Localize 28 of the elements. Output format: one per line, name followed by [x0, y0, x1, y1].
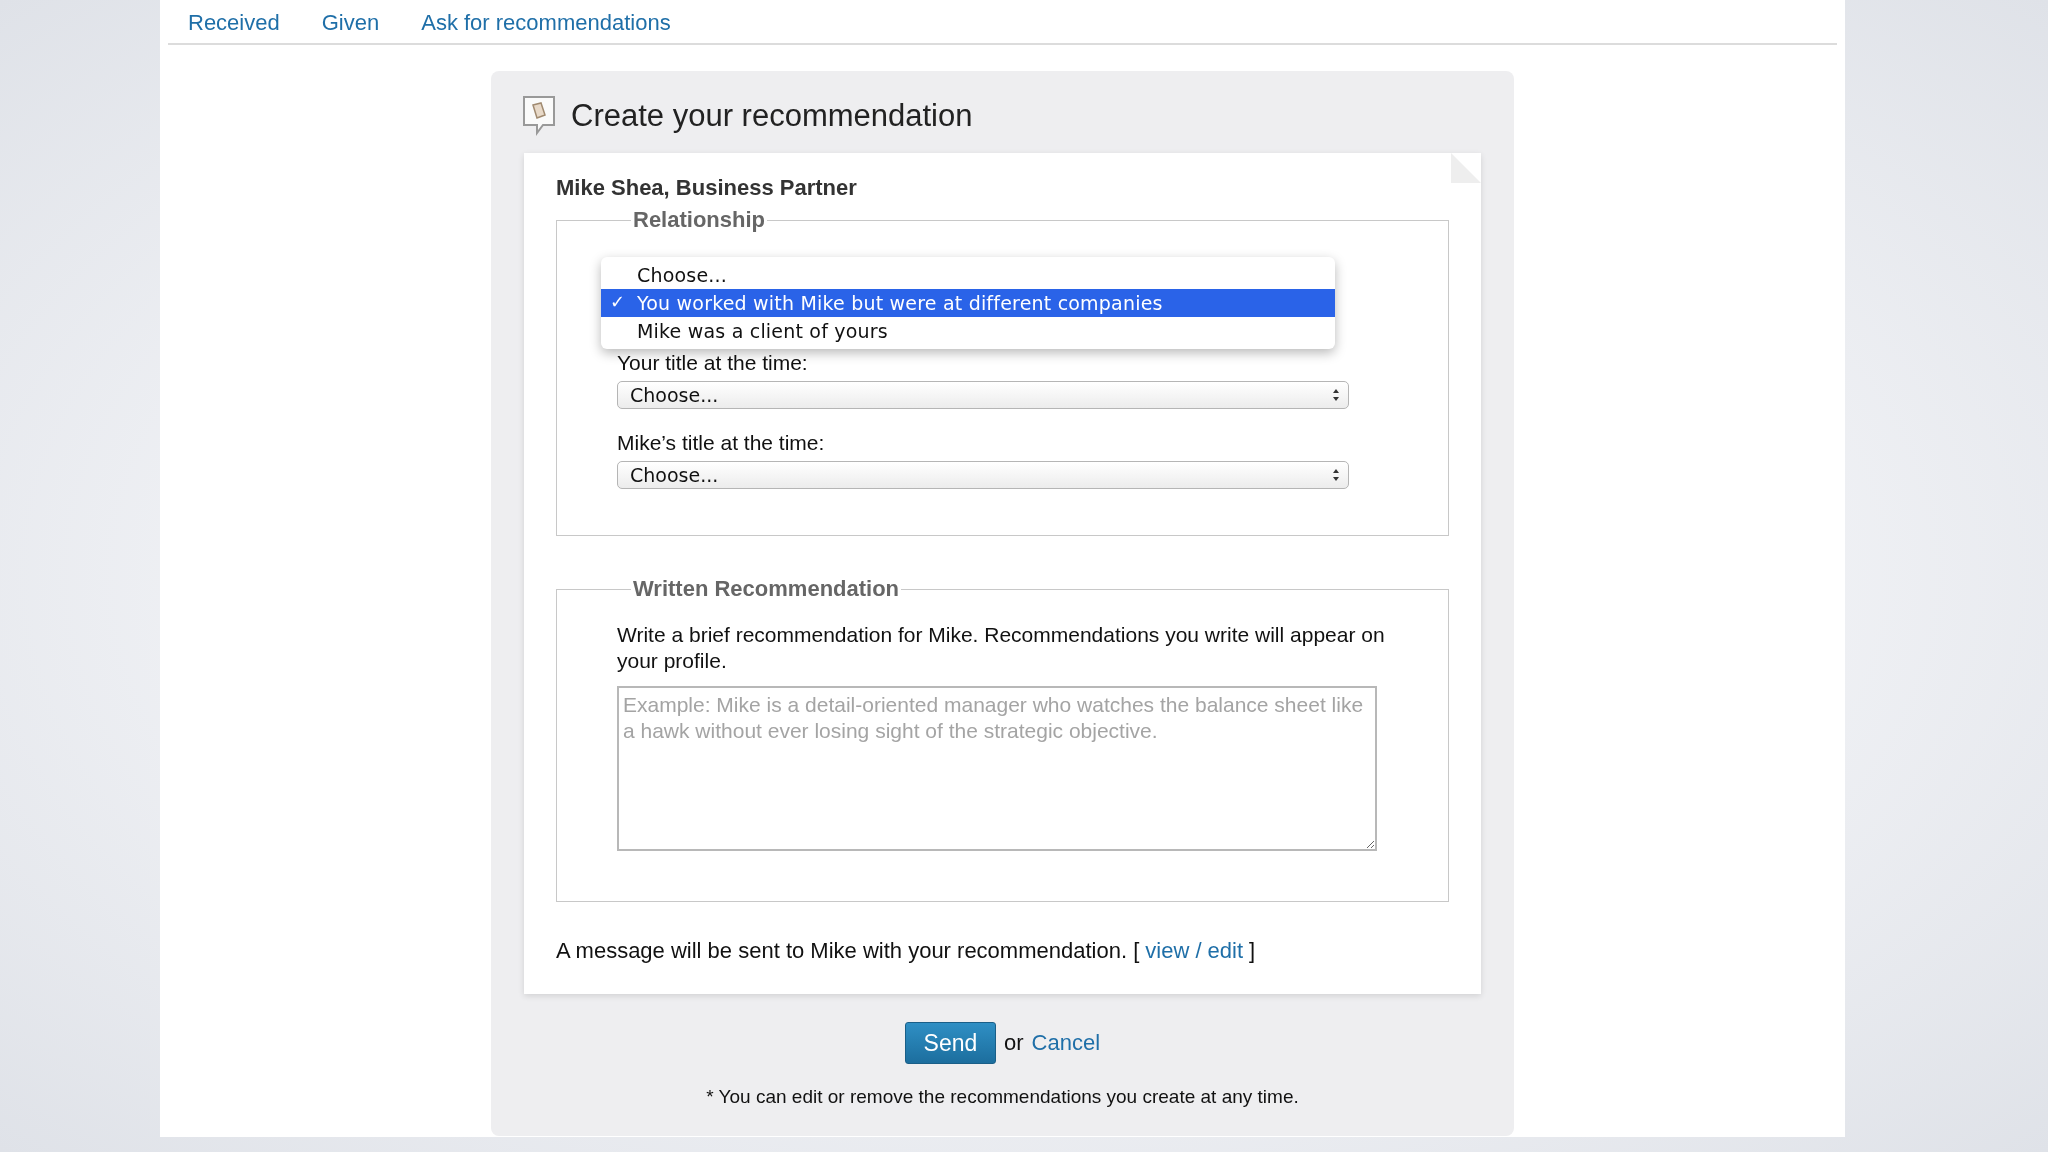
- form-title: Create your recommendation: [571, 98, 973, 134]
- nav-tab[interactable]: Ask for recommendations: [421, 10, 671, 36]
- select-arrows-icon: [1332, 388, 1340, 402]
- bracket-text: ]: [1249, 938, 1256, 964]
- footnote-text: * You can edit or remove the recommendations you create at any time.: [706, 1086, 1299, 1108]
- send-button[interactable]: Send: [904, 1022, 996, 1064]
- nav-tab[interactable]: Received: [188, 10, 280, 36]
- speech-bubble-icon: [521, 95, 557, 137]
- field-label: Your title at the time:: [617, 351, 809, 375]
- recommendation-field[interactable]: Example: Mike is a detail-oriented manager who watches the balance sheet like a hawk without ever losing sight of the strategic objective.: [617, 686, 1377, 851]
- or-text: or: [1003, 1030, 1024, 1056]
- group-legend: Relationship: [631, 207, 767, 233]
- group-legend: Written Recommendation: [631, 576, 902, 602]
- select-field[interactable]: Choose...: [617, 381, 1349, 409]
- notice-text: A message will be sent to Mike with your recommendation. [: [556, 938, 1140, 964]
- recipient-name: Mike Shea, Business Partner: [556, 175, 858, 201]
- page-fold-icon: [1451, 153, 1481, 183]
- check-icon: ✓: [610, 291, 626, 312]
- nav-tab[interactable]: Given: [321, 10, 380, 36]
- menu-option[interactable]: Choose...: [601, 261, 1335, 289]
- menu-option[interactable]: Mike was a client of yours: [601, 317, 1335, 345]
- cancel-link[interactable]: Cancel: [1031, 1030, 1100, 1056]
- field-label: Mike’s title at the time:: [617, 431, 826, 455]
- view-edit-link[interactable]: view / edit: [1145, 938, 1244, 964]
- instructions-text: Write a brief recommendation for Mike. Recommendations you write will appear on your profile.: [617, 622, 1386, 674]
- select-field[interactable]: Choose...: [617, 461, 1349, 489]
- select-arrows-icon: [1332, 468, 1340, 482]
- menu-option[interactable]: ✓ You worked with Mike but were at different companies: [601, 289, 1335, 317]
